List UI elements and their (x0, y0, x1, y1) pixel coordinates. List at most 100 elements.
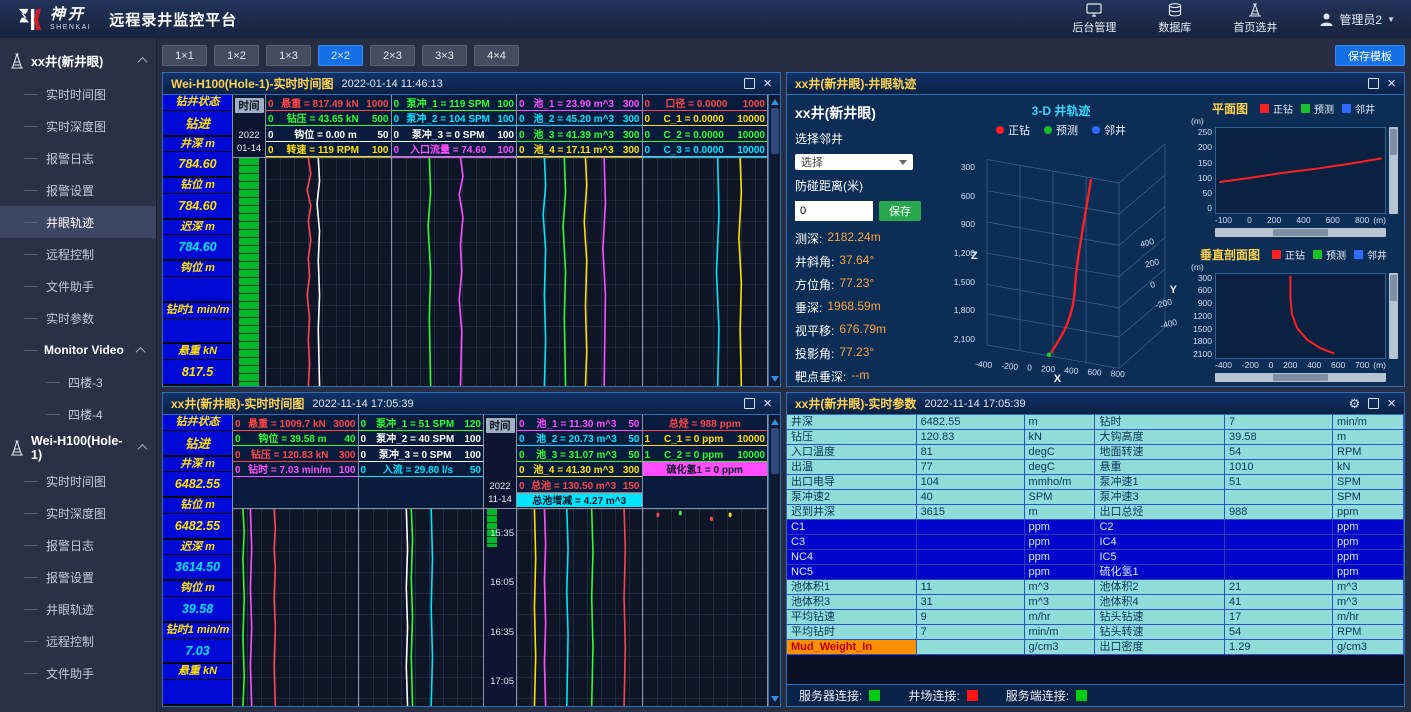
axis-tick: 0 (1207, 203, 1212, 213)
close-icon[interactable]: × (1387, 76, 1396, 91)
parameter-label: 钻井状态 (163, 415, 232, 431)
sidebar-item[interactable]: 报警设置 (0, 561, 156, 593)
sidebar-item[interactable]: 文件助手 (0, 657, 156, 689)
vertical-scrollbar[interactable] (1389, 127, 1398, 214)
param-unit: RPM (1333, 445, 1404, 460)
plan-view-title: 平面图 (1212, 100, 1248, 117)
close-icon[interactable]: × (763, 76, 772, 91)
vertical-scrollbar[interactable] (768, 415, 780, 706)
sidebar-item[interactable]: 实时深度图 (0, 497, 156, 529)
param-name: Mud_Weight_In (787, 640, 917, 655)
param-value: 988 (1225, 505, 1333, 520)
nav-backend-management[interactable]: 后台管理 (1072, 3, 1116, 35)
nav-label: 数据库 (1158, 19, 1191, 35)
collision-distance-input[interactable] (795, 201, 873, 221)
param-name: IC5 (1095, 550, 1225, 565)
app-header: 神开 SHENKAI 远程录井监控平台 后台管理 数据库 (0, 0, 1411, 38)
axis-tick: 2,100 (954, 334, 975, 344)
scrollbar-thumb[interactable] (1273, 374, 1328, 381)
sidebar-item[interactable]: 实时参数 (0, 302, 156, 334)
channel-header: 0 泵冲_3 = 0 SPM 100 (392, 126, 517, 142)
save-template-button[interactable]: 保存模板 (1335, 45, 1405, 66)
parameter-row: 钻压 120.83 kN 大钩高度 39.58 m (787, 430, 1404, 445)
sidebar-item[interactable]: 实时时间图 (0, 78, 156, 110)
layout-button[interactable]: 2×3 (370, 45, 415, 66)
sidebar-item[interactable]: 井眼轨迹 (0, 206, 156, 238)
layout-button[interactable]: 1×2 (214, 45, 259, 66)
axis-tick: 200 (1144, 256, 1163, 270)
panel-title: xx井(新井眼)-井眼轨迹 (795, 75, 916, 92)
sidebar-item-label: 实时深度图 (46, 118, 106, 135)
sidebar-item[interactable]: 报警日志 (0, 142, 156, 174)
sidebar-monitor-video[interactable]: Monitor Video (0, 334, 156, 366)
chart-track-2: 0 泵冲_1 = 51 SPM 120 0 泵冲_2 = 40 SPM 100 (359, 415, 485, 706)
layout-button[interactable]: 1×1 (162, 45, 207, 66)
sidebar-item-label: 实时时间图 (46, 473, 106, 490)
y-axis-ticks: 3006009001200150018002100 (1189, 273, 1215, 360)
nav-database[interactable]: 数据库 (1158, 3, 1191, 35)
axis-tick: 700 (1355, 360, 1369, 370)
expand-icon[interactable] (1368, 398, 1379, 409)
track-curves (359, 509, 484, 706)
sidebar-item[interactable]: 远程控制 (0, 238, 156, 270)
scrollbar-thumb[interactable] (771, 108, 779, 154)
scroll-up-icon[interactable] (771, 99, 779, 105)
sidebar-item-label: 远程控制 (46, 633, 94, 650)
save-distance-button[interactable]: 保存 (879, 201, 921, 221)
sidebar-item[interactable]: 实时时间图 (0, 465, 156, 497)
channel-header: 0 泵冲_2 = 104 SPM 100 (392, 111, 517, 127)
param-unit: SPM (1333, 475, 1404, 490)
layout-toolbar: 1×1 1×2 1×3 2×2 2×3 3×3 4×4 保存模板 (162, 44, 1405, 67)
sidebar-item[interactable]: 井眼轨迹 (0, 593, 156, 625)
sidebar-item[interactable]: 远程控制 (0, 625, 156, 657)
sidebar-camera-item[interactable]: 四楼-4 (0, 398, 156, 430)
layout-button[interactable]: 3×3 (422, 45, 467, 66)
scroll-up-icon[interactable] (771, 419, 779, 425)
gear-icon[interactable]: ⚙ (1349, 397, 1361, 410)
sidebar-item[interactable]: 实时深度图 (0, 110, 156, 142)
expand-icon[interactable] (744, 398, 755, 409)
horizontal-scrollbar[interactable] (1215, 373, 1386, 382)
param-unit: m^3 (1333, 595, 1404, 610)
sidebar-item[interactable]: 报警日志 (0, 529, 156, 561)
axis-tick: 900 (961, 219, 975, 229)
sidebar-well-weih100[interactable]: Wei-H100(Hole-1) (0, 430, 156, 465)
channel-header: 0 入流 = 29.80 l/s 50 (359, 462, 484, 478)
layout-button[interactable]: 4×4 (474, 45, 519, 66)
param-value (917, 535, 1025, 550)
sidebar-camera-item[interactable]: 四楼-3 (0, 366, 156, 398)
param-unit: SPM (1025, 490, 1096, 505)
vertical-scrollbar[interactable] (1389, 273, 1398, 360)
expand-icon[interactable] (1368, 78, 1379, 89)
horizontal-scrollbar[interactable] (1215, 228, 1386, 237)
track-curves (517, 158, 642, 386)
channel-header: 0 池_3 = 41.39 m^3 300 (517, 126, 642, 142)
neighbor-well-select[interactable]: 选择 (795, 154, 913, 170)
sidebar-item[interactable]: 报警设置 (0, 174, 156, 206)
vertical-scrollbar[interactable] (768, 95, 780, 386)
expand-icon[interactable] (744, 78, 755, 89)
scrollbar-thumb[interactable] (1390, 275, 1397, 301)
layout-button[interactable]: 2×2 (318, 45, 363, 66)
trajectory-stats: 测深: 2182.24m 井斜角: 37.64° (795, 230, 941, 385)
channel-header: 0 钻压 = 120.83 kN 300 (233, 446, 358, 462)
nav-home-well-select[interactable]: 首页选井 (1233, 3, 1277, 35)
section-view-legend: 正钻 预测 (1272, 247, 1387, 262)
axis-tick: 900 (1198, 298, 1212, 308)
axis-tick: 0 (1027, 362, 1032, 372)
close-icon[interactable]: × (1387, 396, 1396, 411)
scroll-down-icon[interactable] (771, 376, 779, 382)
layout-button[interactable]: 1×3 (266, 45, 311, 66)
scrollbar-thumb[interactable] (771, 428, 779, 474)
param-unit: g/cm3 (1025, 640, 1096, 655)
scrollbar-thumb[interactable] (1273, 229, 1328, 236)
close-icon[interactable]: × (763, 396, 772, 411)
sidebar-well-xx[interactable]: xx井(新井眼) (0, 43, 156, 78)
scrollbar-thumb[interactable] (1390, 129, 1397, 155)
plan-view-legend: 正钻 预测 (1260, 101, 1375, 116)
sidebar-item[interactable]: 文件助手 (0, 270, 156, 302)
main-area: 1×1 1×2 1×3 2×2 2×3 3×3 4×4 保存模板 (157, 38, 1411, 712)
user-menu[interactable]: 管理员2 ▼ (1319, 11, 1395, 28)
axis-tick: 150 (1198, 158, 1212, 168)
scroll-down-icon[interactable] (771, 696, 779, 702)
